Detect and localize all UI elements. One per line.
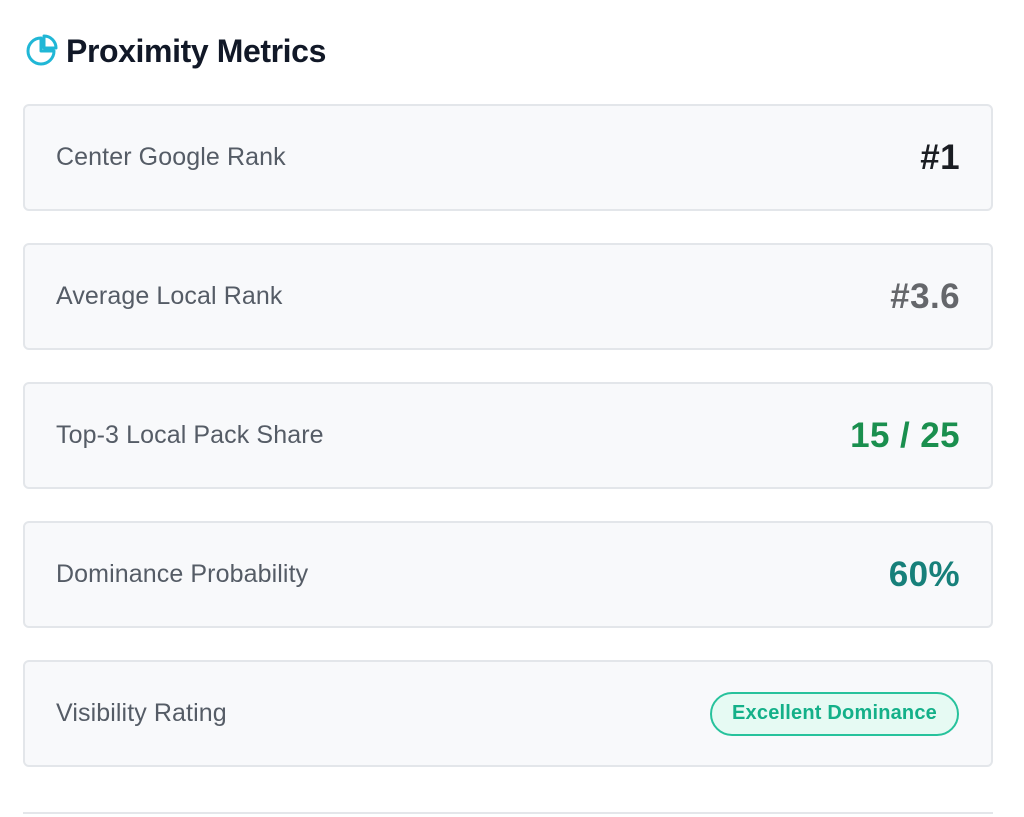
metric-label: Top-3 Local Pack Share — [56, 421, 324, 449]
metric-label: Average Local Rank — [56, 282, 283, 310]
metric-value: #3.6 — [890, 276, 960, 316]
metric-label: Visibility Rating — [56, 699, 227, 727]
metric-card-top3-local-pack-share: Top-3 Local Pack Share 15 / 25 — [23, 382, 993, 489]
metric-label: Dominance Probability — [56, 560, 309, 588]
metric-card-average-local-rank: Average Local Rank #3.6 — [23, 243, 993, 350]
divider — [23, 812, 993, 814]
metric-label: Center Google Rank — [56, 143, 286, 171]
section-header: Proximity Metrics — [24, 34, 326, 68]
metric-card-dominance-probability: Dominance Probability 60% — [23, 521, 993, 628]
pie-chart-icon — [24, 34, 58, 68]
metric-value: 15 / 25 — [850, 415, 960, 455]
metric-value: #1 — [920, 137, 960, 177]
status-badge: Excellent Dominance — [710, 691, 959, 736]
metric-card-center-google-rank: Center Google Rank #1 — [23, 104, 993, 211]
metric-value: 60% — [888, 554, 960, 594]
metrics-list: Center Google Rank #1 Average Local Rank… — [23, 104, 993, 799]
metric-card-visibility-rating: Visibility Rating Excellent Dominance — [23, 660, 993, 767]
page-title: Proximity Metrics — [66, 33, 326, 69]
